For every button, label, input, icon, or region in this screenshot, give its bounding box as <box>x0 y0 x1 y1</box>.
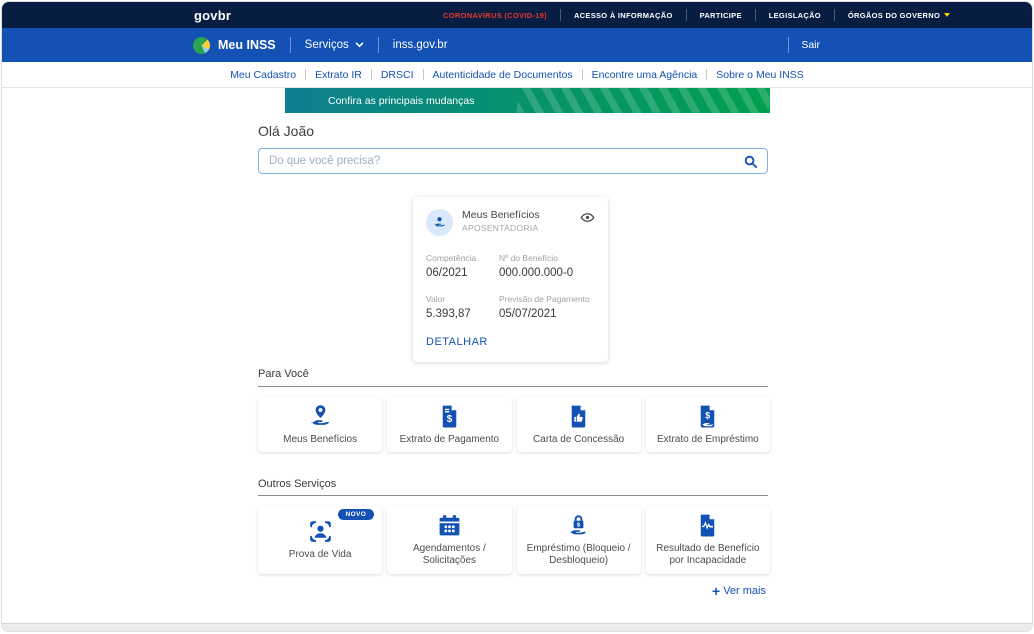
svg-text:$: $ <box>706 410 711 420</box>
detalhar-button[interactable]: DETALHAR <box>426 336 488 348</box>
card-resultado-beneficio-incapacidade[interactable]: Resultado de Benefício por Incapacidade <box>646 506 770 574</box>
para-voce-cards: Meus Benefícios $ Extrato de Pagamento C… <box>258 397 770 452</box>
benefit-card-subtitle: APOSENTADORIA <box>462 223 580 233</box>
nav-encontre-agencia[interactable]: Encontre uma Agência <box>583 69 707 81</box>
browser-page: govbr CORONAVÍRUS (COVID-19) ACESSO À IN… <box>1 1 1033 632</box>
document-loan-icon: $ <box>695 404 720 429</box>
benefit-summary-card: Meus Benefícios APOSENTADORIA Competênci… <box>413 197 608 362</box>
divider <box>378 37 379 53</box>
benefit-field: Valor 5.393,87 <box>426 294 499 320</box>
benefits-hand-icon <box>308 404 333 429</box>
card-extrato-pagamento[interactable]: $ Extrato de Pagamento <box>387 397 511 452</box>
field-value: 06/2021 <box>426 267 499 279</box>
benefits-avatar <box>426 209 453 236</box>
govbr-logo[interactable]: govbr <box>194 8 231 23</box>
card-extrato-emprestimo[interactable]: $ Extrato de Empréstimo <box>646 397 770 452</box>
servicos-menu[interactable]: Serviços <box>305 39 364 51</box>
lock-hand-icon: $ <box>566 513 591 538</box>
ver-mais-link[interactable]: + Ver mais <box>712 584 766 598</box>
logout-button[interactable]: Sair <box>801 39 820 51</box>
eye-icon[interactable] <box>580 210 595 225</box>
inss-gov-br-link[interactable]: inss.gov.br <box>393 39 448 51</box>
card-agendamentos-solicitacoes[interactable]: Agendamentos / Solicitações <box>387 506 511 574</box>
card-label: Empréstimo (Bloqueio / Desbloqueio) <box>521 543 637 567</box>
acesso-informacao-link[interactable]: ACESSO À INFORMAÇÃO <box>561 11 686 20</box>
secondary-nav: Meu Cadastro Extrato IR DRSCI Autenticid… <box>2 62 1032 88</box>
covid-link[interactable]: CORONAVÍRUS (COVID-19) <box>430 11 560 20</box>
benefit-field: Competência 06/2021 <box>426 253 499 279</box>
window-bottom-edge <box>2 623 1032 631</box>
plus-icon: + <box>712 584 720 598</box>
benefit-card-title: Meus Benefícios <box>462 209 580 221</box>
nav-autenticidade-documentos[interactable]: Autenticidade de Documentos <box>424 69 582 81</box>
field-label: Valor <box>426 294 499 304</box>
orgaos-governo-menu[interactable]: ÓRGÃOS DO GOVERNO <box>835 11 963 20</box>
field-label: Competência <box>426 253 499 263</box>
field-label: Previsão de Pagamento <box>499 294 595 304</box>
meu-inss-logo-icon <box>193 37 210 54</box>
benefit-card-titles: Meus Benefícios APOSENTADORIA <box>462 209 580 233</box>
card-label: Extrato de Pagamento <box>400 434 500 446</box>
nav-sobre-meu-inss[interactable]: Sobre o Meu INSS <box>707 69 813 81</box>
card-label: Agendamentos / Solicitações <box>391 543 507 567</box>
person-hand-icon <box>432 215 447 230</box>
document-thumbsup-icon <box>566 404 591 429</box>
divider <box>290 37 291 53</box>
orgaos-governo-label: ÓRGÃOS DO GOVERNO <box>848 11 940 20</box>
face-scan-icon <box>308 519 333 544</box>
card-prova-de-vida[interactable]: NOVO Prova de Vida <box>258 506 382 574</box>
section-title-outros-servicos: Outros Serviços <box>258 478 336 490</box>
search-icon[interactable] <box>743 154 758 169</box>
card-label: Resultado de Benefício por Incapacidade <box>650 543 766 567</box>
user-greeting: Olá João <box>258 123 314 139</box>
card-carta-concessao[interactable]: Carta de Concessão <box>517 397 641 452</box>
nav-drsci[interactable]: DRSCI <box>372 69 423 81</box>
search-input[interactable] <box>259 155 743 167</box>
legislacao-link[interactable]: LEGISLAÇÃO <box>756 11 834 20</box>
section-divider <box>258 386 768 387</box>
benefit-field: Previsão de Pagamento 05/07/2021 <box>499 294 595 320</box>
field-value: 05/07/2021 <box>499 308 595 320</box>
benefit-fields: Competência 06/2021 Nº do Benefício 000.… <box>426 253 595 320</box>
field-value: 000.000.000-0 <box>499 267 595 279</box>
card-label: Carta de Concessão <box>533 434 624 446</box>
novo-badge: NOVO <box>338 509 375 520</box>
govbr-links: CORONAVÍRUS (COVID-19) ACESSO À INFORMAÇ… <box>430 2 963 28</box>
logout-area: Sair <box>788 28 1032 62</box>
outros-servicos-cards: NOVO Prova de Vida Agendamentos <box>258 506 770 574</box>
field-label: Nº do Benefício <box>499 253 595 263</box>
field-value: 5.393,87 <box>426 308 499 320</box>
card-label: Extrato de Empréstimo <box>657 434 759 446</box>
benefit-card-header: Meus Benefícios APOSENTADORIA <box>426 209 595 236</box>
calendar-icon <box>437 513 462 538</box>
divider <box>788 37 789 53</box>
card-emprestimo-bloqueio[interactable]: $ Empréstimo (Bloqueio / Desbloqueio) <box>517 506 641 574</box>
ver-mais-label: Ver mais <box>723 585 766 597</box>
benefit-field: Nº do Benefício 000.000.000-0 <box>499 253 595 279</box>
document-pulse-icon <box>695 513 720 538</box>
svg-text:$: $ <box>447 414 453 425</box>
card-label: Prova de Vida <box>289 549 352 561</box>
search-box <box>258 148 768 174</box>
participe-link[interactable]: PARTICIPE <box>687 11 755 20</box>
servicos-label: Serviços <box>305 39 349 51</box>
section-title-para-voce: Para Você <box>258 368 309 380</box>
nav-meu-cadastro[interactable]: Meu Cadastro <box>221 69 305 81</box>
chevron-down-icon <box>944 13 950 17</box>
card-label: Meus Benefícios <box>283 434 357 446</box>
announcement-banner[interactable]: Confira as principais mudanças <box>285 88 770 113</box>
banner-text: Confira as principais mudanças <box>328 95 475 107</box>
chevron-down-icon <box>355 42 364 48</box>
meu-inss-app-bar: Meu INSS Serviços inss.gov.br Sair <box>2 28 1032 62</box>
nav-extrato-ir[interactable]: Extrato IR <box>306 69 371 81</box>
section-divider <box>258 495 768 496</box>
card-meus-beneficios[interactable]: Meus Benefícios <box>258 397 382 452</box>
govbr-top-bar: govbr CORONAVÍRUS (COVID-19) ACESSO À IN… <box>2 2 1032 28</box>
meu-inss-brand-link[interactable]: Meu INSS <box>218 38 276 52</box>
document-dollar-icon: $ <box>437 404 462 429</box>
